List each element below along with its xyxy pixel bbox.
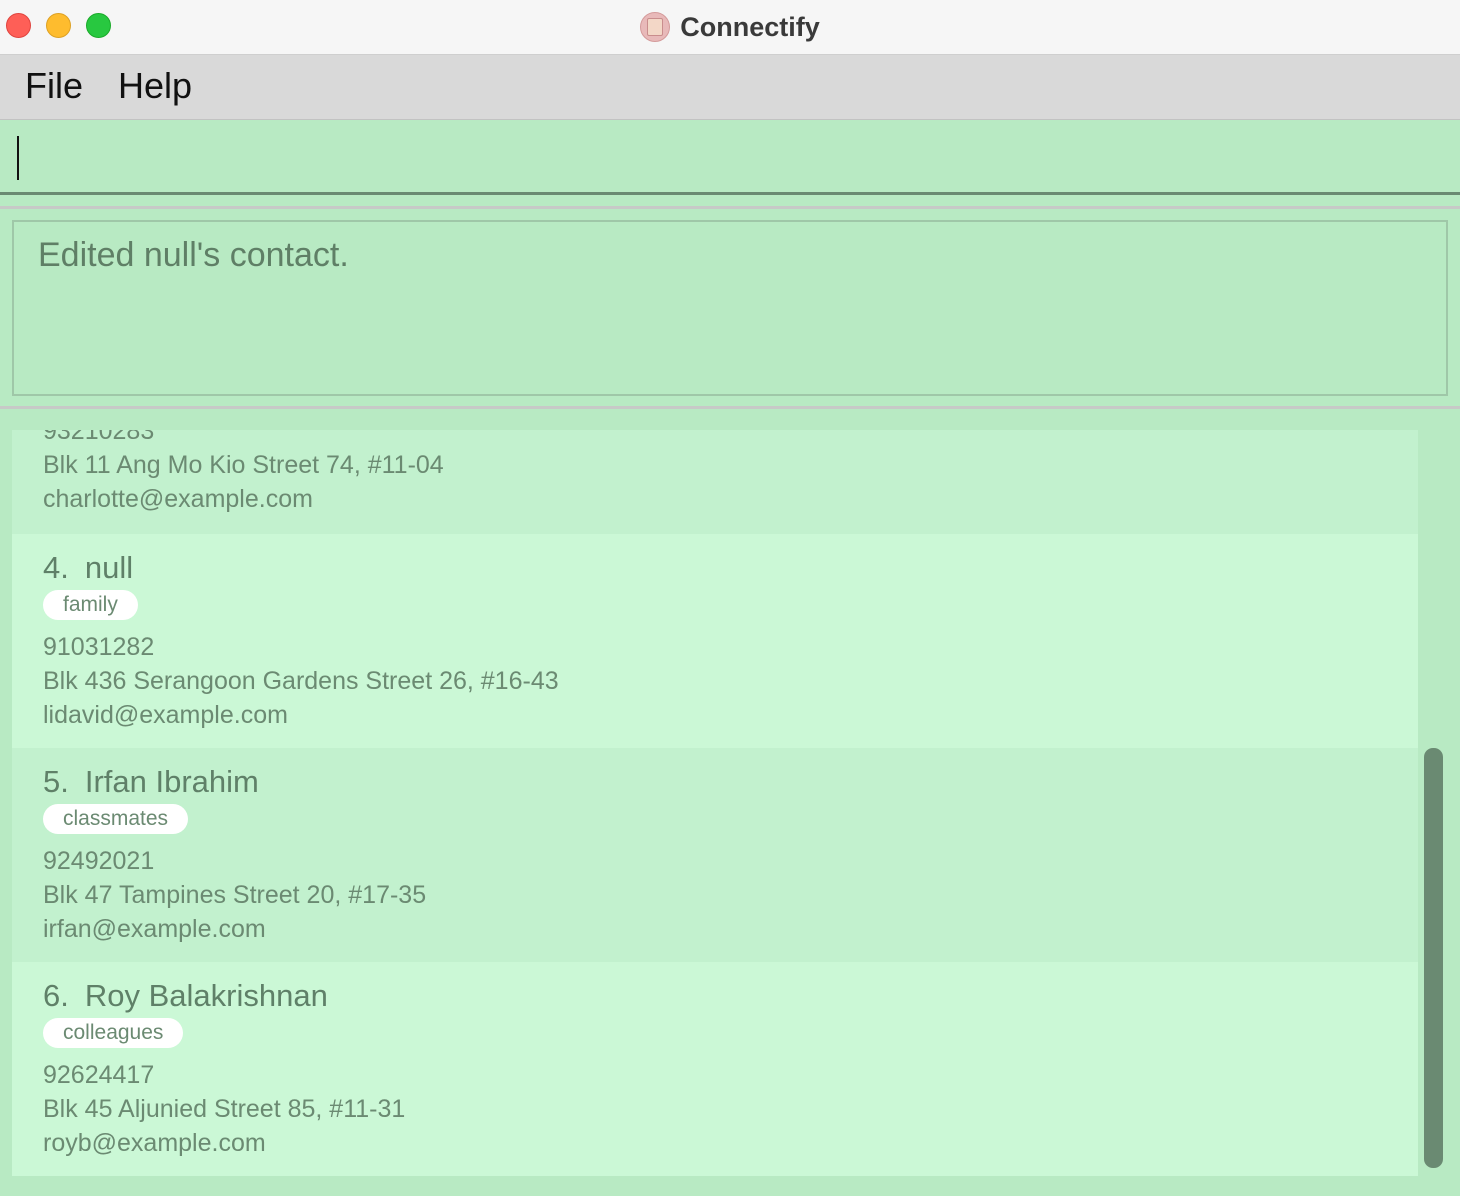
person-name: Roy Balakrishnan: [84, 978, 328, 1013]
person-name: null: [84, 550, 134, 585]
person-tag: classmates: [43, 804, 189, 834]
menu-file[interactable]: File: [25, 65, 83, 107]
window-title-group: Connectify: [0, 0, 1460, 54]
person-name-line: 5. Irfan Ibrahim: [43, 762, 1418, 802]
person-email: irfan@example.com: [43, 915, 266, 943]
person-email: charlotte@example.com: [43, 485, 313, 513]
person-card[interactable]: 5. Irfan Ibrahim classmates 92492021 Blk …: [12, 748, 1418, 962]
person-index: 6.: [43, 978, 69, 1013]
person-name-line: 4. null: [43, 548, 1418, 588]
person-phone: 92624417: [43, 1061, 155, 1089]
menu-help[interactable]: Help: [118, 65, 192, 107]
person-tag: family: [43, 590, 138, 620]
divider: [0, 406, 1460, 409]
person-phone: 92492021: [43, 847, 155, 875]
person-name-line: 6. Roy Balakrishnan: [43, 976, 1418, 1016]
person-email: royb@example.com: [43, 1129, 266, 1157]
person-address: Blk 47 Tampines Street 20, #17-35: [43, 881, 427, 909]
person-name: Irfan Ibrahim: [84, 764, 259, 799]
person-address: Blk 11 Ang Mo Kio Street 74, #11-04: [43, 451, 444, 479]
app-logo-icon: [640, 12, 671, 42]
menu-bar: File Help: [0, 55, 1460, 120]
person-list[interactable]: 93210283 Blk 11 Ang Mo Kio Street 74, #1…: [12, 430, 1418, 1176]
divider: [0, 206, 1460, 209]
person-index: 5.: [43, 764, 69, 799]
person-phone: 93210283: [43, 430, 155, 445]
title-bar: Connectify: [0, 0, 1460, 55]
person-address: Blk 45 Aljunied Street 85, #11-31: [43, 1095, 406, 1123]
person-phone: 91031282: [43, 633, 155, 661]
window-title: Connectify: [680, 11, 820, 42]
person-card[interactable]: 6. Roy Balakrishnan colleagues 92624417 B…: [12, 962, 1418, 1176]
person-email: lidavid@example.com: [43, 701, 288, 729]
scrollbar-thumb[interactable]: [1424, 748, 1443, 1168]
person-index: 4.: [43, 550, 69, 585]
app-window: Connectify File Help Edited null's conta…: [0, 0, 1460, 1196]
result-message: Edited null's contact.: [38, 236, 349, 274]
result-display: Edited null's contact.: [12, 220, 1448, 396]
command-input[interactable]: [22, 130, 1446, 186]
person-card[interactable]: 4. null family 91031282 Blk 436 Serangoon…: [12, 534, 1418, 748]
person-tag: colleagues: [43, 1018, 184, 1048]
person-address: Blk 436 Serangoon Gardens Street 26, #16…: [43, 667, 559, 695]
person-card[interactable]: 93210283 Blk 11 Ang Mo Kio Street 74, #1…: [12, 430, 1418, 534]
command-box: [0, 120, 1460, 195]
text-caret: [17, 136, 19, 180]
